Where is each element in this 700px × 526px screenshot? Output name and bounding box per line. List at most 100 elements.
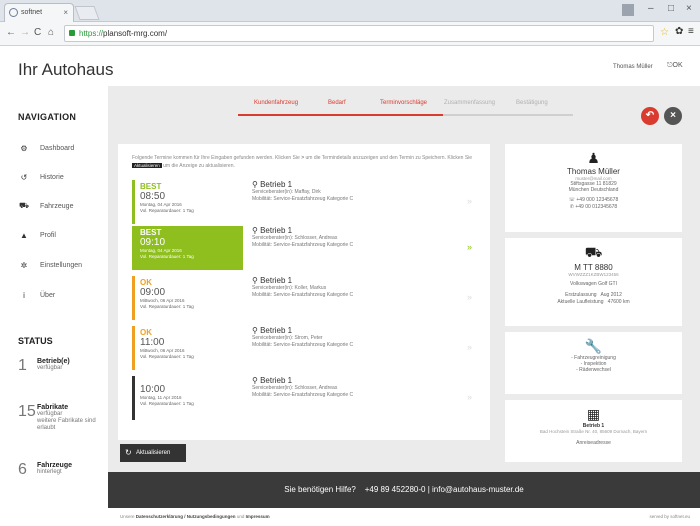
imprint-link[interactable]: Impressum: [246, 514, 270, 519]
home-icon[interactable]: ⌂: [48, 27, 54, 38]
progress-inactive: [443, 114, 573, 116]
lock-icon: [69, 30, 75, 36]
status-title: Fahrzeuge: [37, 462, 73, 469]
legal-and: und: [236, 514, 245, 519]
status-count: 6: [18, 461, 27, 478]
chevron-right-icon[interactable]: »: [467, 292, 472, 302]
forward-icon[interactable]: →: [20, 27, 30, 38]
sidebar-item-label: Historie: [40, 173, 64, 181]
appointment-mobility: Mobilität: Service-Ersatzfahrzeug Katego…: [252, 342, 354, 348]
chevron-right-icon[interactable]: »: [467, 242, 472, 252]
location-pin-icon: ⚲: [252, 326, 258, 335]
appointment-time: 09:10: [140, 237, 166, 248]
browser-tabbar: softnet × – □ ×: [0, 0, 700, 22]
back-button[interactable]: ↶: [641, 107, 659, 125]
vehicle-plate: M TT 8880: [574, 263, 613, 272]
sidebar-item-profil[interactable]: ▲ Profil: [18, 227, 56, 243]
address-bar-row: ← → C ⌂ https://plansoft-mrg.com/ ☆ ✿ ≡: [0, 22, 700, 46]
customer-card: ♟ Thomas Müller muster@mail.com Stiftsga…: [505, 144, 682, 232]
maximize-icon[interactable]: □: [668, 3, 674, 14]
sidebar-item-fahrzeuge[interactable]: ⛟ Fahrzeuge: [18, 198, 74, 214]
sidebar: NAVIGATION ⚙ Dashboard ↺ Historie ⛟ Fahrzeu…: [0, 86, 108, 526]
user-icon: ▲: [20, 230, 28, 240]
phone-icon: ☏: [568, 197, 575, 203]
status-sub: verfügbar: [37, 411, 63, 417]
customer-phone: +49 000 12345678: [576, 197, 619, 203]
appointment-location: Betrieb 1: [260, 226, 293, 235]
sidebar-item-label: Fahrzeuge: [40, 202, 74, 210]
appointment-advisor: Serviceberater(in): Maffay, Dirk: [252, 189, 321, 195]
browser-tab[interactable]: softnet ×: [4, 3, 74, 22]
sidebar-item-ueber[interactable]: i Über: [18, 287, 55, 303]
tab-title: softnet: [21, 9, 43, 16]
sidebar-item-historie[interactable]: ↺ Historie: [18, 169, 64, 185]
cancel-button[interactable]: ×: [664, 107, 682, 125]
vehicle-km-label: Aktuelle Laufleistung: [557, 299, 604, 305]
url-host: plansoft-mrg.com/: [103, 29, 168, 38]
sidebar-item-label: Profil: [40, 231, 56, 239]
appointment-time: 08:50: [140, 191, 166, 202]
sidebar-item-einstellungen[interactable]: ✲ Einstellungen: [18, 257, 82, 273]
nav-heading: NAVIGATION: [18, 112, 77, 122]
step-bestaetigung: Bestätigung: [516, 100, 548, 106]
close-tab-icon[interactable]: ×: [63, 4, 68, 21]
sidebar-item-dashboard[interactable]: ⚙ Dashboard: [18, 140, 74, 156]
appointment-mobility: Mobilität: Service-Ersatzfahrzeug Katego…: [252, 242, 354, 248]
vehicle-reg-value: Aug 2012: [600, 292, 622, 298]
chevron-right-icon[interactable]: »: [467, 392, 472, 402]
service-item: - Räderwechsel: [576, 367, 611, 373]
help-email[interactable]: info@autohaus-muster.de: [432, 485, 524, 494]
step-bedarf[interactable]: Bedarf: [328, 100, 346, 106]
appointment-row[interactable]: 10:00 Montag, 11 Apr 2016 Vol. Reparatur…: [132, 376, 477, 420]
logout-icon[interactable]: ⎋OK: [667, 62, 683, 70]
site-title: Ihr Autohaus: [18, 60, 114, 79]
appointment-row-selected[interactable]: BEST 09:10 Montag, 04 Apr 2016 Vol. Repa…: [132, 226, 477, 270]
minimize-icon[interactable]: –: [648, 3, 654, 14]
step-terminvorschlaege[interactable]: Terminvorschläge: [380, 100, 427, 106]
appointment-tag: BEST: [140, 228, 162, 237]
new-tab-button[interactable]: [74, 6, 100, 20]
appointment-row[interactable]: OK 11:00 Mittwoch, 06 Apr 2016 Vol. Repa…: [132, 326, 477, 370]
appointment-location: Betrieb 1: [260, 376, 293, 385]
services-card: 🔧 - Fahrzeugreinigung - Inspektion - Räd…: [505, 332, 682, 394]
reload-icon[interactable]: C: [34, 27, 41, 38]
status-sub-extra: weitere Fabrikate sind erlaubt: [37, 418, 96, 431]
appointment-location: Betrieb 1: [260, 326, 293, 335]
customer-mobile: +49 00 012345678: [575, 204, 618, 210]
status-fabrikate: 15 Fabrikate verfügbar weitere Fabrikate s…: [18, 404, 109, 432]
profile-icon[interactable]: [622, 4, 634, 16]
favicon-icon: [9, 8, 18, 17]
browser-menu-icon[interactable]: ≡: [688, 26, 694, 37]
close-window-icon[interactable]: ×: [686, 3, 692, 14]
vehicle-reg-label: Erstzulassung: [565, 292, 597, 298]
step-kundenfahrzeug[interactable]: Kundenfahrzeug: [254, 100, 298, 106]
url-input[interactable]: https://plansoft-mrg.com/: [64, 25, 654, 42]
chevron-right-icon[interactable]: »: [467, 196, 472, 206]
help-phone[interactable]: +49 89 452280-0: [365, 485, 426, 494]
refresh-button[interactable]: ↻ Aktualisieren: [120, 444, 186, 462]
appointment-advisor: Serviceberater(in): Koller, Markus: [252, 285, 327, 291]
appointment-advisor: Serviceberater(in): Strom, Peter: [252, 335, 323, 341]
bookmark-star-icon[interactable]: ☆: [660, 27, 669, 38]
mobile-icon: ✆: [569, 204, 574, 210]
appointment-time: 10:00: [140, 384, 166, 395]
sidebar-item-label: Dashboard: [40, 144, 75, 152]
user-icon: ♟: [587, 150, 600, 166]
appointment-row[interactable]: BEST 08:50 Montag, 04 Apr 2016 Vol. Repa…: [132, 180, 477, 224]
appointment-mobility: Mobilität: Service-Ersatzfahrzeug Katego…: [252, 292, 354, 298]
status-title: Betrieb(e): [37, 358, 70, 365]
extension-icon[interactable]: ✿: [675, 26, 683, 37]
status-sub: verfügbar: [37, 365, 63, 371]
legal-links[interactable]: Datenschutzerklärung / Nutzungsbedingung…: [136, 514, 236, 519]
vehicle-vin: WVWZZZ1KZBW123456: [568, 272, 619, 277]
status-heading: STATUS: [18, 336, 53, 346]
car-icon: ⛟: [18, 201, 30, 210]
appointment-row[interactable]: OK 09:00 Mittwoch, 06 Apr 2016 Vol. Repa…: [132, 276, 477, 320]
chevron-right-icon[interactable]: »: [467, 342, 472, 352]
car-icon: ⛟: [584, 244, 603, 260]
back-icon[interactable]: ←: [6, 27, 16, 38]
header-user-name[interactable]: Thomas Müller: [613, 64, 653, 70]
branch-more-link[interactable]: Anreiseadresse: [505, 440, 682, 446]
sidebar-item-label: Einstellungen: [40, 261, 83, 269]
powered-by: served by softnet.eu: [649, 514, 690, 519]
